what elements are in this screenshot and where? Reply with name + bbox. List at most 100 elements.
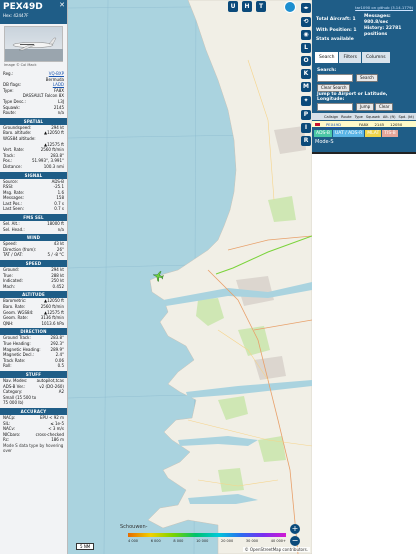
info-row: Sel. Head.: n/a (0, 227, 67, 233)
badge-tisb: TIS-B (382, 130, 398, 137)
zoom-in-button[interactable]: + (290, 524, 300, 534)
aircraft-info-panel: PEX49D Hex: 42447F ✕ Image © Col Mack Re… (0, 0, 68, 554)
info-value: 1013.6 hPa (41, 320, 65, 326)
close-icon[interactable]: ✕ (59, 1, 65, 9)
history-sub: positions (364, 32, 388, 37)
info-row: Roll: 0.5 (0, 363, 67, 369)
stats-available[interactable]: Stats available (316, 37, 354, 43)
row-alt: 12050 (390, 121, 403, 127)
section-header[interactable]: WIND (0, 234, 67, 242)
search-input[interactable] (317, 74, 353, 82)
col-speed[interactable]: Spd. (kt) (399, 115, 414, 119)
jump-input[interactable] (317, 103, 353, 111)
row-squawk: 2145 (374, 121, 385, 127)
info-header: PEX49D Hex: 42447F ✕ (0, 0, 67, 24)
info-value: 5 / -8 °C (47, 252, 65, 258)
table-header: Callsign Route Type Squawk Alt. (ft) Spd… (312, 113, 416, 120)
info-label: 75 000 lb) (3, 400, 24, 406)
info-value: ▲12050 ft (44, 130, 64, 136)
info-value: 0.452 (52, 283, 64, 289)
reset-map-icon[interactable]: ⟲ (301, 17, 311, 27)
side-button-r[interactable]: R (301, 136, 311, 146)
table-row[interactable]: PEX49D FA8X 2145 12050 (312, 121, 416, 127)
col-callsign[interactable]: Callsign (324, 115, 338, 119)
col-type[interactable]: Type (355, 115, 363, 119)
map-view[interactable]: Schouwen- U H T ◂▸ ⟲ ◉ L O K M ✦ P I R +… (68, 0, 312, 554)
clear-search-button[interactable]: Clear Search (317, 84, 351, 92)
tab-filters[interactable]: Filters (339, 52, 361, 63)
section-header[interactable]: SPATIAL (0, 117, 67, 125)
tab-columns[interactable]: Columns (361, 52, 390, 63)
search-box: Search: Search Clear Search Jump to Airp… (315, 64, 413, 114)
info-label: Reg.: (3, 71, 14, 76)
info-label: Type: (3, 87, 14, 93)
hex-value: 42447F (13, 13, 29, 18)
info-label: TAT / OAT: (3, 252, 23, 258)
section-header[interactable]: ACCURACY (0, 407, 67, 415)
info-row: TAT / OAT: 5 / -8 °C (0, 252, 67, 258)
info-label: Distance: (3, 163, 22, 169)
map-scale: 5 NM (76, 543, 95, 550)
search-label: Search: (317, 68, 337, 73)
info-value: 100.3 nmi (43, 163, 64, 169)
panel-tabs: Search Filters Columns (315, 52, 390, 63)
row-type: FA8X (359, 121, 369, 127)
collapse-panel-icon[interactable]: ◂▸ (301, 3, 311, 13)
info-row: QNH: 1013.6 hPa (0, 321, 67, 327)
jump-button[interactable]: Jump (356, 103, 375, 111)
col-squawk[interactable]: Squawk (366, 115, 380, 119)
info-label: Route: (3, 110, 16, 116)
info-row: Mach: 0.452 (0, 284, 67, 290)
zoom-out-button[interactable]: − (290, 536, 300, 546)
section-header[interactable]: DIRECTION (0, 328, 67, 336)
side-button-l[interactable]: L (301, 43, 311, 53)
info-value: n/a (57, 226, 64, 232)
info-value: A2 (58, 389, 64, 395)
with-position: With Position: 1 (316, 28, 357, 33)
panel-header: tar1090 on github (3.14.1779) Total Airc… (312, 0, 416, 152)
jump-label: Jump to Airport or Latitude, Longitude: (317, 92, 388, 102)
source-legend: ADS-B UAT / ADS-R MLAT TIS-B (314, 130, 414, 137)
aircraft-callsign: PEX49D (3, 2, 43, 12)
col-alt[interactable]: Alt. (ft) (383, 115, 396, 119)
badge-mlat: MLAT (365, 130, 382, 137)
side-button-o[interactable]: O (301, 56, 311, 66)
aircraft-list-panel: tar1090 on github (3.14.1779) Total Airc… (312, 0, 416, 554)
map-button-u[interactable]: U (228, 1, 238, 12)
layers-icon[interactable]: ◉ (301, 30, 311, 40)
pin-icon[interactable]: ✦ (301, 96, 311, 106)
info-label: WGS84 altitude: (3, 135, 36, 141)
section-header[interactable]: STUFF (0, 370, 67, 378)
side-button-k[interactable]: K (301, 69, 311, 79)
side-button-m[interactable]: M (301, 82, 311, 92)
aircraft-photo[interactable] (4, 26, 63, 62)
info-sections: SPATIAL Groundspeed: 294 kt Baro. altitude:… (0, 117, 67, 443)
section-header[interactable]: SIGNAL (0, 171, 67, 179)
settings-gear-icon[interactable] (284, 1, 296, 13)
map-button-h[interactable]: H (242, 1, 252, 12)
info-value: 0.7 s (54, 206, 64, 212)
section-header[interactable]: ALTITUDE (0, 291, 67, 299)
map-button-t[interactable]: T (256, 1, 266, 12)
panel-divider (312, 152, 416, 154)
badge-uat: UAT / ADS-R (332, 130, 365, 137)
tab-search[interactable]: Search (315, 52, 339, 63)
hex-label: Hex: (3, 13, 13, 18)
info-value: n/a (57, 110, 64, 116)
col-route[interactable]: Route (341, 115, 351, 119)
info-row: 75 000 lb) (0, 400, 67, 406)
search-button[interactable]: Search (356, 74, 378, 82)
altitude-legend-labels: 4 000 6 000 8 000 10 000 20 000 30 000 4… (128, 539, 286, 543)
side-button-i[interactable]: I (301, 123, 311, 133)
section-header[interactable]: FMS SEL (0, 214, 67, 222)
section-header[interactable]: SPEED (0, 260, 67, 268)
github-link[interactable]: tar1090 on github (3.14.1779) (355, 5, 413, 10)
side-button-p[interactable]: P (301, 110, 311, 120)
row-callsign[interactable]: PEX49D (326, 122, 341, 127)
general-info: Reg.: VQ-BXP Bermuda DB flags: LADD Type: FA8X… (0, 71, 67, 116)
map-attribution[interactable]: © OpenStreetMap contributors. (242, 547, 310, 552)
clear-button[interactable]: Clear (375, 103, 394, 111)
info-row: Last Seen: 0.7 s (0, 206, 67, 212)
map-canvas[interactable]: Schouwen- (68, 0, 312, 554)
info-label: QNH: (3, 320, 14, 326)
